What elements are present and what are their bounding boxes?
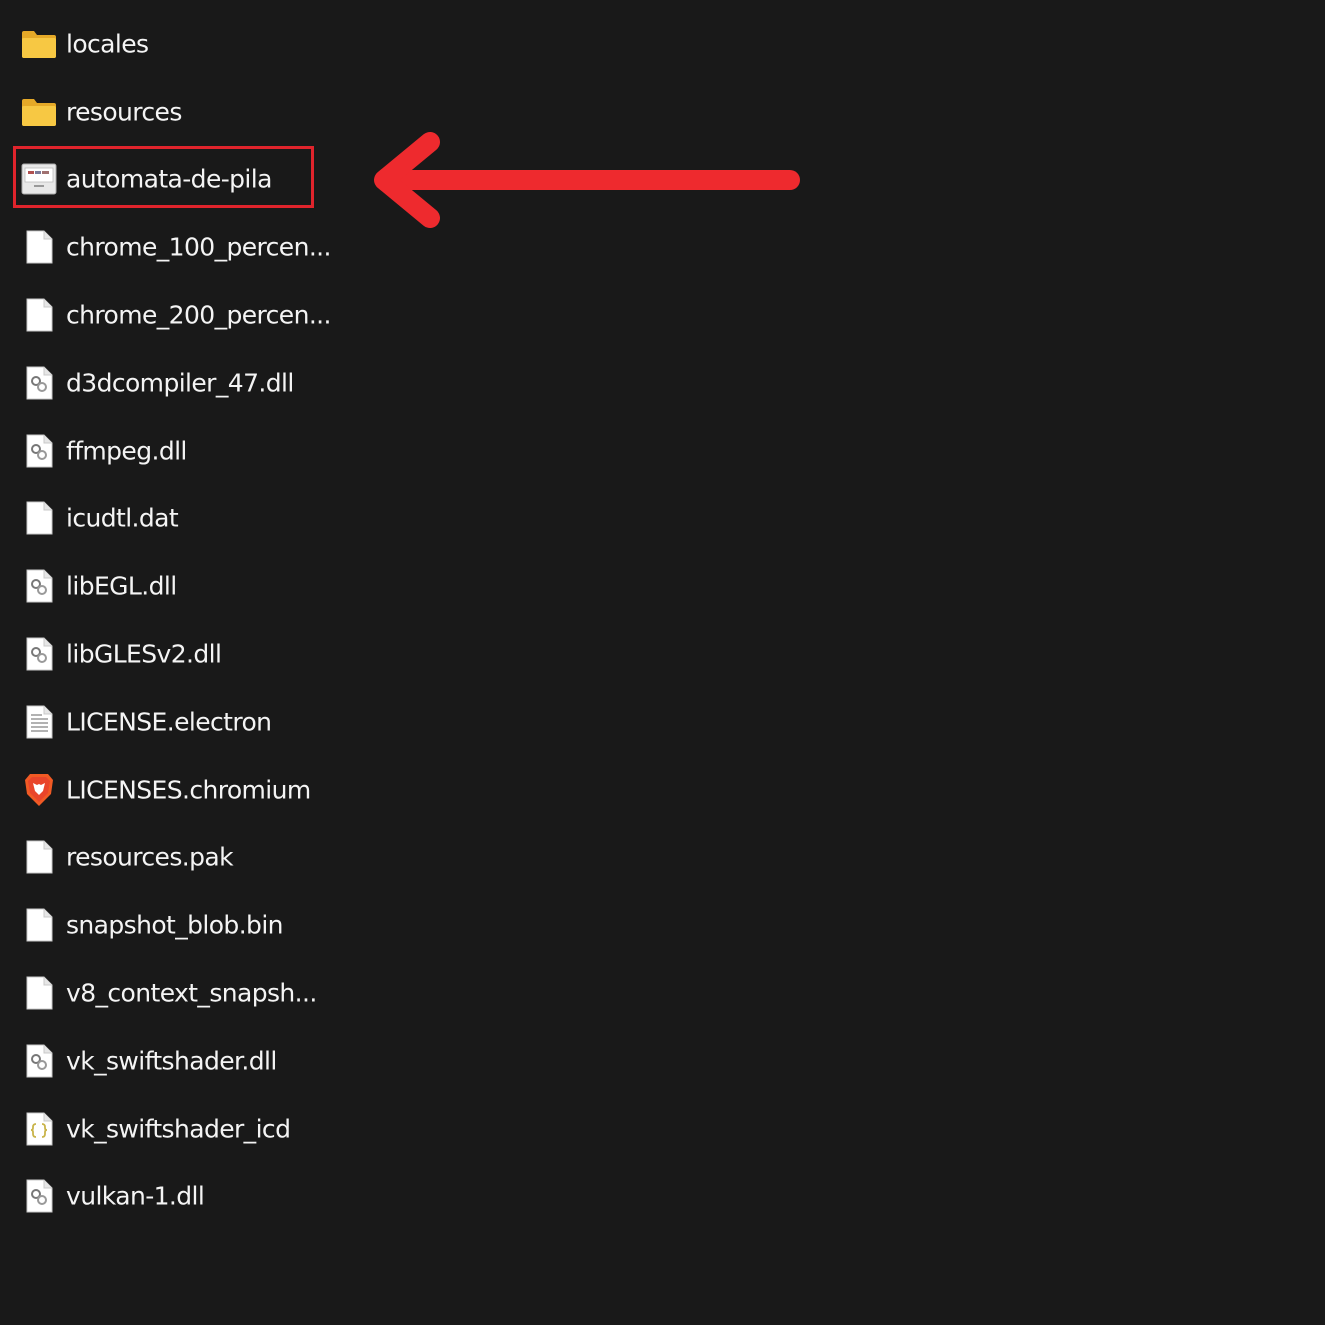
- file-name: chrome_100_percen...: [66, 232, 331, 262]
- file-item-libglesv2[interactable]: libGLESv2.dll: [0, 620, 340, 688]
- text-file-icon: [21, 704, 57, 740]
- dll-icon: [21, 636, 57, 672]
- left-arrow-icon: [374, 132, 800, 228]
- file-name: snapshot_blob.bin: [66, 910, 284, 940]
- file-item-vulkan-1[interactable]: vulkan-1.dll: [0, 1163, 340, 1231]
- file-name: resources: [66, 97, 182, 127]
- file-icon: [21, 907, 57, 943]
- file-item-license-electron[interactable]: LICENSE.electron: [0, 688, 340, 756]
- file-icon: [21, 839, 57, 875]
- dll-icon: [21, 568, 57, 604]
- file-item-locales[interactable]: locales: [0, 10, 340, 78]
- folder-icon: [21, 94, 57, 130]
- json-icon: [21, 1111, 57, 1147]
- file-item-resources[interactable]: resources: [0, 78, 340, 146]
- file-name: locales: [66, 29, 149, 59]
- file-name: icudtl.dat: [66, 503, 179, 533]
- file-name: LICENSES.chromium: [66, 775, 311, 805]
- dll-icon: [21, 433, 57, 469]
- file-item-automata-de-pila[interactable]: automata-de-pila: [0, 146, 340, 214]
- brave-icon: [21, 772, 57, 808]
- file-icon: [21, 297, 57, 333]
- file-icon: [21, 500, 57, 536]
- file-name: LICENSE.electron: [66, 707, 272, 737]
- dll-icon: [21, 1043, 57, 1079]
- file-item-icudtl[interactable]: icudtl.dat: [0, 485, 340, 553]
- file-icon: [21, 975, 57, 1011]
- file-item-chrome-100-percent[interactable]: chrome_100_percen...: [0, 213, 340, 281]
- file-item-vk-swiftshader-dll[interactable]: vk_swiftshader.dll: [0, 1027, 340, 1095]
- file-name: v8_context_snapsh...: [66, 978, 317, 1008]
- file-item-vk-swiftshader-icd[interactable]: vk_swiftshader_icd: [0, 1095, 340, 1163]
- dll-icon: [21, 365, 57, 401]
- file-name: resources.pak: [66, 842, 234, 872]
- file-item-v8-context-snapshot[interactable]: v8_context_snapsh...: [0, 959, 340, 1027]
- file-item-d3dcompiler[interactable]: d3dcompiler_47.dll: [0, 349, 340, 417]
- file-name: libEGL.dll: [66, 571, 177, 601]
- app-icon: [21, 161, 57, 197]
- file-item-ffmpeg[interactable]: ffmpeg.dll: [0, 417, 340, 485]
- file-name: libGLESv2.dll: [66, 639, 222, 669]
- file-name: chrome_200_percen...: [66, 300, 331, 330]
- file-item-chrome-200-percent[interactable]: chrome_200_percen...: [0, 281, 340, 349]
- dll-icon: [21, 1178, 57, 1214]
- file-list: locales resources automata-de-pila chrom…: [0, 10, 340, 1230]
- folder-icon: [21, 26, 57, 62]
- file-item-licenses-chromium[interactable]: LICENSES.chromium: [0, 756, 340, 824]
- file-name: ffmpeg.dll: [66, 436, 187, 466]
- file-icon: [21, 229, 57, 265]
- file-name: d3dcompiler_47.dll: [66, 368, 294, 398]
- file-name: vulkan-1.dll: [66, 1181, 205, 1211]
- file-name: automata-de-pila: [66, 164, 272, 194]
- file-name: vk_swiftshader.dll: [66, 1046, 277, 1076]
- file-name: vk_swiftshader_icd: [66, 1114, 291, 1144]
- file-item-resources-pak[interactable]: resources.pak: [0, 824, 340, 892]
- file-item-libegl[interactable]: libEGL.dll: [0, 552, 340, 620]
- file-item-snapshot-blob[interactable]: snapshot_blob.bin: [0, 891, 340, 959]
